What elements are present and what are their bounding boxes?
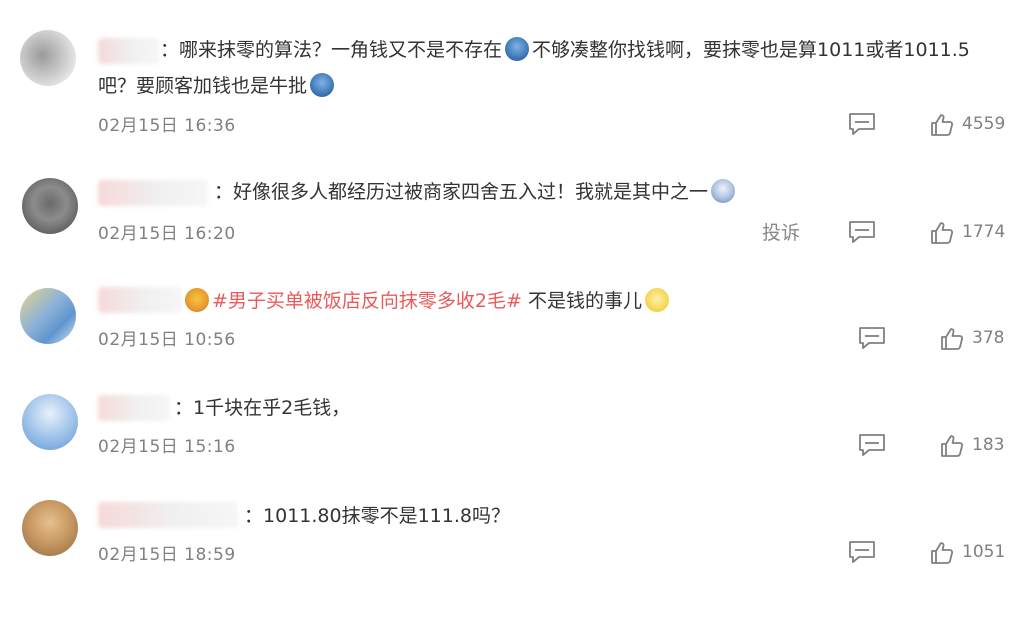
username-blurred[interactable] <box>98 502 238 528</box>
colon: ： <box>174 397 194 419</box>
comment-text-part: 不是钱的事儿 <box>521 290 642 312</box>
emoji-icon <box>505 37 530 61</box>
comment-time: 02月15日 16:36 <box>98 116 236 136</box>
comment-text: #男子买单被饭店反向抹零多收2毛# 不是钱的事儿 <box>182 285 672 317</box>
like-count: 1774 <box>962 222 1006 242</box>
comment-time: 02月15日 18:59 <box>98 545 236 565</box>
thumbs-up-icon[interactable] <box>940 327 964 351</box>
emoji-icon <box>711 179 736 203</box>
emoji-icon <box>644 288 669 312</box>
username-blurred[interactable] <box>98 395 170 421</box>
like-count: 4559 <box>962 114 1006 134</box>
reply-icon[interactable] <box>858 433 886 457</box>
hashtag-link[interactable]: #男子买单被饭店反向抹零多收2毛# <box>212 290 522 312</box>
avatar[interactable] <box>20 30 76 86</box>
avatar[interactable] <box>20 288 76 344</box>
reply-icon[interactable] <box>848 112 876 136</box>
thumbs-up-icon[interactable] <box>930 113 954 137</box>
comment-text-part: 1千块在乎2毛钱， <box>193 397 351 419</box>
comment-text: ：哪来抹零的算法？一角钱又不是不存在 不够凑整你找钱啊，要抹零也是算1011或者1… <box>160 34 970 66</box>
username-blurred[interactable] <box>98 180 208 206</box>
thumbs-up-icon[interactable] <box>940 434 964 458</box>
username-blurred[interactable] <box>98 287 182 313</box>
comment-text-line2: 吧？要顾客加钱也是牛批 <box>98 70 337 102</box>
username-blurred[interactable] <box>98 38 160 64</box>
reply-icon[interactable] <box>858 326 886 350</box>
avatar[interactable] <box>22 500 78 556</box>
avatar[interactable] <box>22 394 78 450</box>
colon: ： <box>214 181 234 203</box>
comment-text-part: 好像很多人都经历过被商家四舍五入过！我就是其中之一 <box>233 181 709 203</box>
comment-time: 02月15日 15:16 <box>98 437 236 457</box>
emoji-icon <box>185 288 209 312</box>
like-count: 1051 <box>962 542 1006 562</box>
thumbs-up-icon[interactable] <box>930 541 954 565</box>
reply-icon[interactable] <box>848 220 876 244</box>
comment-time: 02月15日 10:56 <box>98 330 236 350</box>
comment-text-part: 哪来抹零的算法？一角钱又不是不存在 <box>179 39 503 61</box>
thumbs-up-icon[interactable] <box>930 221 954 245</box>
reply-icon[interactable] <box>848 540 876 564</box>
colon: ： <box>244 505 264 527</box>
comment-text: ：1011.80抹零不是111.8吗？ <box>244 500 510 532</box>
like-count: 183 <box>972 435 1005 455</box>
comment-text: ：1千块在乎2毛钱， <box>174 392 350 424</box>
emoji-icon <box>310 73 335 97</box>
colon: ： <box>160 39 180 61</box>
report-button[interactable]: 投诉 <box>762 218 800 245</box>
avatar[interactable] <box>22 178 78 234</box>
comment-text-part: 1011.80抹零不是111.8吗？ <box>263 505 510 527</box>
like-count: 378 <box>972 328 1005 348</box>
comment-text-part: 吧？要顾客加钱也是牛批 <box>98 75 308 97</box>
comment-text: ：好像很多人都经历过被商家四舍五入过！我就是其中之一 <box>214 176 738 208</box>
comment-text-part: 不够凑整你找钱啊，要抹零也是算1011或者1011.5 <box>532 39 970 61</box>
comment-time: 02月15日 16:20 <box>98 224 236 244</box>
